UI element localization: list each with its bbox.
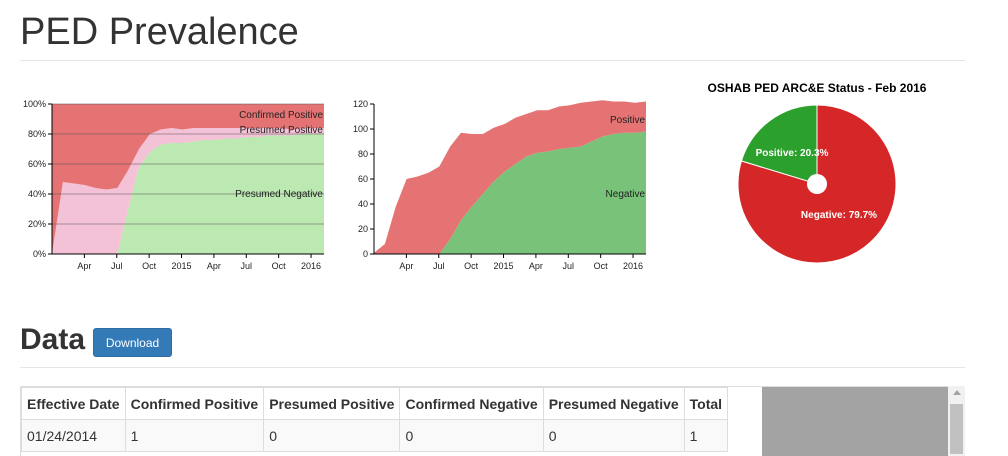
x-tick-label: Oct xyxy=(142,261,157,271)
data-section-title: Data xyxy=(20,323,86,356)
cell-confirmed-negative: 0 xyxy=(399,419,544,452)
page-title: PED Prevalence xyxy=(20,11,299,53)
x-tick-label: Apr xyxy=(207,261,221,271)
x-tick-label: Apr xyxy=(529,261,543,271)
column-header-effective-date[interactable]: Effective Date xyxy=(21,387,126,420)
y-tick-label: 60 xyxy=(358,174,368,184)
x-tick-label: 2016 xyxy=(623,261,643,271)
series-label: Negative xyxy=(606,189,646,200)
x-tick-label: Jul xyxy=(241,261,253,271)
percent-area-chart: 0% 20% 40% 60% 80% 100% Apr Jul Oct 2015 Apr Jul Oct… xyxy=(23,99,324,271)
y-tick-label: 0 xyxy=(363,249,368,259)
pie-label-negative: Negative: 79.7% xyxy=(801,210,877,221)
y-tick-label: 20% xyxy=(28,219,46,229)
y-tick-label: 20 xyxy=(358,224,368,234)
count-area-chart: 0 20 40 60 80 100 120 Apr Jul Oct 2015 Apr Jul Oct 201… xyxy=(353,99,646,271)
x-tick-label: Apr xyxy=(77,261,91,271)
y-tick-label: 100 xyxy=(353,124,368,134)
x-tick-label: Apr xyxy=(399,261,413,271)
series-label: Presumed Positive xyxy=(240,125,324,136)
y-tick-label: 0% xyxy=(33,249,46,259)
x-tick-label: 2016 xyxy=(301,261,321,271)
cell-presumed-positive: 0 xyxy=(263,419,401,452)
column-header-confirmed-negative[interactable]: Confirmed Negative xyxy=(399,387,544,420)
cell-total: 1 xyxy=(683,419,729,452)
data-divider xyxy=(20,367,965,368)
y-tick-label: 40 xyxy=(358,199,368,209)
x-tick-label: Jul xyxy=(563,261,575,271)
y-tick-label: 40% xyxy=(28,189,46,199)
status-pie-chart: OSHAB PED ARC&E Status - Feb 2016 Positiv… xyxy=(708,81,927,264)
cell-presumed-negative: 0 xyxy=(542,419,685,452)
y-tick-label: 120 xyxy=(353,99,368,109)
vertical-scrollbar[interactable] xyxy=(948,386,965,456)
scrollbar-thumb[interactable] xyxy=(950,404,963,454)
pie-title: OSHAB PED ARC&E Status - Feb 2016 xyxy=(708,81,927,95)
title-divider xyxy=(20,60,965,61)
x-tick-label: Jul xyxy=(111,261,123,271)
x-tick-label: Oct xyxy=(594,261,609,271)
download-button[interactable]: Download xyxy=(93,328,172,357)
y-tick-label: 100% xyxy=(23,99,46,109)
table-row: 01/24/2014 1 0 0 0 1 xyxy=(21,419,729,452)
data-table-container[interactable]: Effective Date Confirmed Positive Presum… xyxy=(20,386,965,456)
column-header-confirmed-positive[interactable]: Confirmed Positive xyxy=(124,387,265,420)
cell-confirmed-positive: 1 xyxy=(124,419,265,452)
x-tick-label: 2015 xyxy=(172,261,192,271)
column-header-presumed-negative[interactable]: Presumed Negative xyxy=(542,387,685,420)
y-tick-label: 80 xyxy=(358,149,368,159)
x-tick-label: 2015 xyxy=(494,261,514,271)
pie-label-positive: Positive: 20.3% xyxy=(756,148,829,159)
column-header-presumed-positive[interactable]: Presumed Positive xyxy=(263,387,401,420)
cell-effective-date: 01/24/2014 xyxy=(21,419,126,452)
x-tick-label: Oct xyxy=(464,261,479,271)
column-header-total[interactable]: Total xyxy=(683,387,729,420)
data-table: Effective Date Confirmed Positive Presum… xyxy=(21,387,729,452)
table-header-row: Effective Date Confirmed Positive Presum… xyxy=(21,387,729,420)
x-tick-label: Jul xyxy=(433,261,445,271)
x-tick-label: Oct xyxy=(272,261,287,271)
pie-center-hole xyxy=(807,174,827,194)
y-tick-label: 80% xyxy=(28,129,46,139)
series-label: Positive xyxy=(610,115,645,126)
y-tick-label: 60% xyxy=(28,159,46,169)
series-label: Confirmed Positive xyxy=(239,110,323,121)
scroll-up-arrow-icon[interactable] xyxy=(953,390,961,395)
series-label: Presumed Negative xyxy=(235,189,323,200)
